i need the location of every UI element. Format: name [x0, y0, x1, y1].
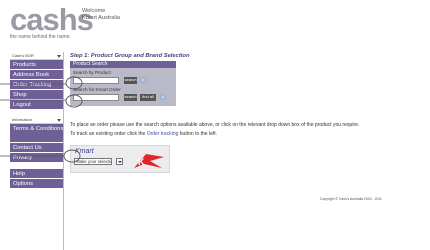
- help-icon[interactable]: [140, 77, 146, 83]
- cashs-logo[interactable]: cashs: [10, 3, 94, 37]
- find-all-button[interactable]: find all: [140, 94, 156, 101]
- product-search-button[interactable]: search: [124, 77, 137, 84]
- instruction-text: To place an order please use the search …: [70, 122, 360, 128]
- main-content: Step 1: Product Group and Brand Selectio…: [70, 52, 430, 173]
- caret-down-icon: [57, 55, 61, 58]
- callout-circle: [65, 94, 83, 108]
- callout-circle: [65, 76, 83, 90]
- sidebar-section-title: Cash's BOR: [12, 53, 34, 58]
- dropdown-arrow-icon[interactable]: [116, 158, 123, 165]
- kmart-logo-letter: K: [138, 157, 145, 167]
- sidebar-item-products[interactable]: Products: [10, 60, 64, 70]
- callout-circle: [63, 149, 81, 163]
- annotation-callouts: [0, 76, 83, 163]
- header: cashs the name behind the name. Welcome …: [0, 0, 430, 48]
- order-tracking-link[interactable]: Order tracking: [147, 131, 179, 137]
- copyright-text: Copyright © Cash's Australia 2000 - 2011: [320, 197, 382, 201]
- sidebar-section-heading: Cash's BOR: [10, 52, 64, 60]
- help-icon[interactable]: [160, 94, 166, 100]
- page-title: Step 1: Product Group and Brand Selectio…: [70, 53, 190, 59]
- tracking-instruction-post: button to the left.: [178, 131, 218, 137]
- order-search-button[interactable]: search: [124, 94, 137, 101]
- sidebar-item-help[interactable]: Help: [10, 169, 64, 179]
- sidebar-item-options[interactable]: Options: [10, 179, 64, 189]
- tracking-instruction: To track an existing order click the Ord…: [70, 131, 217, 137]
- welcome-label: Welcome: [82, 8, 106, 14]
- search-panel-header: Product Search: [70, 61, 176, 68]
- kmart-logo: K: [134, 154, 164, 168]
- welcome-account: Kmart Australia: [82, 15, 120, 21]
- welcome-message: Welcome Kmart Australia: [82, 8, 120, 22]
- logo-tagline: the name behind the name.: [10, 34, 71, 40]
